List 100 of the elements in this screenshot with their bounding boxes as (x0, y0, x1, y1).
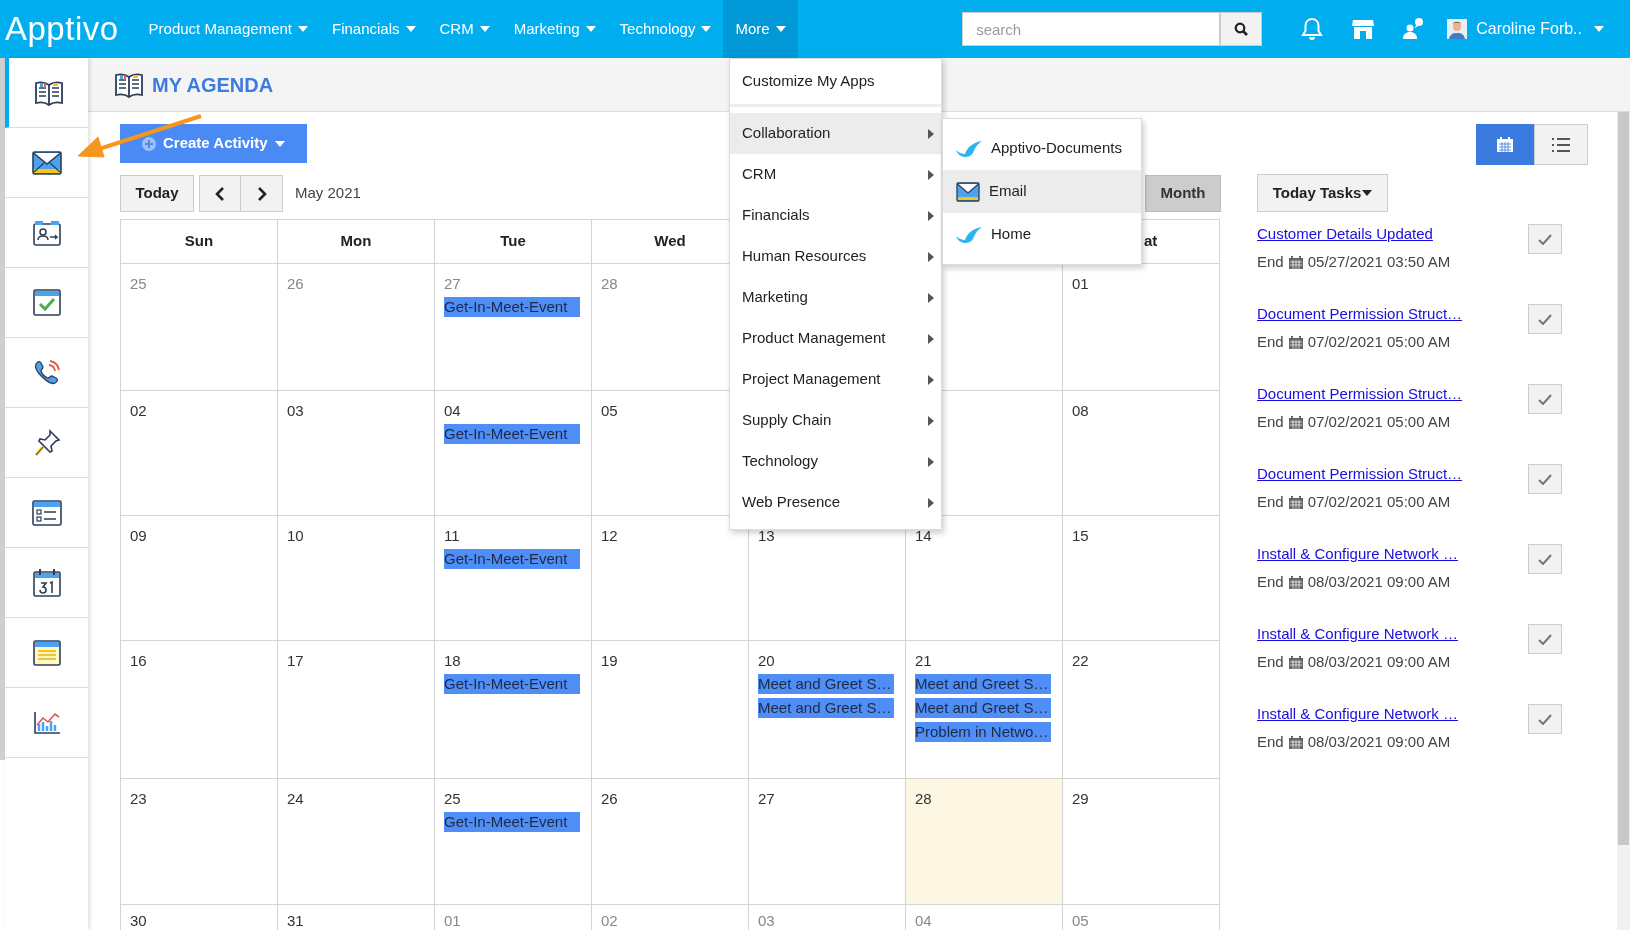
search-field[interactable]: search (962, 12, 1221, 46)
caret-icon (405, 26, 416, 32)
task-date: 08/03/2021 09:00 AM (1307, 652, 1451, 672)
search-button[interactable] (1220, 12, 1263, 46)
calendar-event[interactable]: Problem in Netwo… (915, 722, 1051, 742)
date-number: 25 (130, 275, 147, 293)
date-number: 26 (601, 790, 618, 808)
calendar-event[interactable]: Meet and Greet S… (758, 698, 894, 718)
sidebar-item[interactable] (5, 618, 88, 688)
date-number: 27 (444, 275, 461, 293)
date-number: 01 (1072, 275, 1089, 293)
sidebar-item[interactable] (5, 198, 88, 268)
calendar-event[interactable]: Meet and Greet S… (758, 674, 894, 694)
complete-task-button[interactable] (1528, 304, 1562, 334)
envelope-icon (956, 181, 980, 202)
calendar-icon (1288, 575, 1303, 589)
date-number: 03 (287, 402, 304, 420)
form-icon (31, 499, 62, 526)
task-link[interactable]: Document Permission Struct… (1257, 384, 1527, 404)
task-link[interactable]: Document Permission Struct… (1257, 304, 1527, 324)
caret-icon (1362, 190, 1373, 196)
task-date: 07/02/2021 05:00 AM (1307, 332, 1451, 352)
date-number: 04 (915, 912, 932, 930)
submenu-item[interactable]: Home (943, 213, 1141, 256)
date-number: 10 (287, 527, 304, 545)
search-icon (1234, 22, 1249, 36)
menu-item[interactable]: Financials (730, 195, 941, 236)
menu-item[interactable]: Technology (730, 441, 941, 482)
calendar-event[interactable]: Get-In-Meet-Event (444, 424, 580, 444)
task-date: 05/27/2021 03:50 AM (1307, 252, 1451, 272)
calendar-event[interactable]: Get-In-Meet-Event (444, 297, 580, 317)
complete-task-button[interactable] (1528, 544, 1562, 574)
complete-task-button[interactable] (1528, 464, 1562, 494)
store-icon[interactable] (1352, 18, 1375, 40)
today-button[interactable]: Today (120, 175, 194, 212)
sidebar-item[interactable] (5, 268, 88, 338)
menu-item[interactable]: Product Management (730, 318, 941, 359)
end-label: End (1257, 572, 1284, 592)
task-link[interactable]: Install & Configure Network … (1257, 624, 1527, 644)
chart-icon (32, 710, 61, 735)
weekday-header: Wed (654, 231, 686, 252)
task-date: 07/02/2021 05:00 AM (1307, 492, 1451, 512)
calendar-event[interactable]: Meet and Greet S… (915, 698, 1051, 718)
sidebar-item[interactable] (5, 338, 88, 408)
calendar-view-button[interactable] (1476, 124, 1534, 165)
calendar-event[interactable]: Get-In-Meet-Event (444, 674, 580, 694)
caret-icon (1594, 26, 1604, 32)
people-icon[interactable] (1401, 17, 1426, 41)
complete-task-button[interactable] (1528, 384, 1562, 414)
menu-item[interactable]: Supply Chain (730, 400, 941, 441)
date-number: 28 (601, 275, 618, 293)
task-link[interactable]: Install & Configure Network … (1257, 544, 1527, 564)
sidebar-item[interactable] (5, 128, 88, 198)
list-view-button[interactable] (1534, 124, 1588, 165)
chevron-left-icon (215, 186, 225, 201)
date-number: 18 (444, 652, 461, 670)
task-link[interactable]: Customer Details Updated (1257, 224, 1527, 244)
pushpin-icon (32, 428, 61, 457)
calendar-icon (1288, 735, 1303, 749)
menu-item[interactable]: Project Management (730, 359, 941, 400)
date-number: 22 (1072, 652, 1089, 670)
calendar-icon (1288, 415, 1303, 429)
task-link[interactable]: Document Permission Struct… (1257, 464, 1527, 484)
calendar-event[interactable]: Get-In-Meet-Event (444, 812, 580, 832)
complete-task-button[interactable] (1528, 224, 1562, 254)
envelope-icon (31, 150, 62, 175)
month-view-button[interactable]: Month (1145, 175, 1221, 212)
sidebar-item[interactable] (5, 58, 88, 128)
end-label: End (1257, 332, 1284, 352)
contact-card-icon (32, 219, 61, 246)
sidebar-item[interactable] (5, 478, 88, 548)
task-link[interactable]: Install & Configure Network … (1257, 704, 1527, 724)
date-number: 30 (130, 912, 147, 930)
next-button[interactable] (241, 175, 283, 212)
date-number: 05 (601, 402, 618, 420)
submenu-item[interactable]: Email (943, 170, 1141, 213)
phone-icon (32, 358, 61, 387)
complete-task-button[interactable] (1528, 704, 1562, 734)
logo: Apptivo (5, 9, 119, 47)
calendar-event[interactable]: Get-In-Meet-Event (444, 549, 580, 569)
menu-item[interactable]: Web Presence (730, 482, 941, 523)
date-number: 05 (1072, 912, 1089, 930)
date-number: 13 (758, 527, 775, 545)
previous-button[interactable] (199, 175, 241, 212)
menu-item[interactable]: Human Resources (730, 236, 941, 277)
scrollbar[interactable] (1617, 112, 1630, 930)
menu-item[interactable]: Marketing (730, 277, 941, 318)
bell-icon[interactable] (1301, 17, 1324, 41)
sidebar-item[interactable] (5, 548, 88, 618)
submenu-item[interactable]: Apptivo-Documents (943, 127, 1141, 170)
date-number: 31 (287, 912, 304, 930)
calendar-event[interactable]: Meet and Greet S… (915, 674, 1051, 694)
date-number: 14 (915, 527, 932, 545)
menu-item[interactable]: Customize My Apps (730, 59, 941, 107)
today-tasks-dropdown[interactable]: Today Tasks (1257, 174, 1388, 212)
date-number: 04 (444, 402, 461, 420)
task-date: 08/03/2021 09:00 AM (1307, 732, 1451, 752)
menu-item[interactable]: CRM (730, 154, 941, 195)
menu-item[interactable]: Collaboration (730, 113, 941, 154)
complete-task-button[interactable] (1528, 624, 1562, 654)
